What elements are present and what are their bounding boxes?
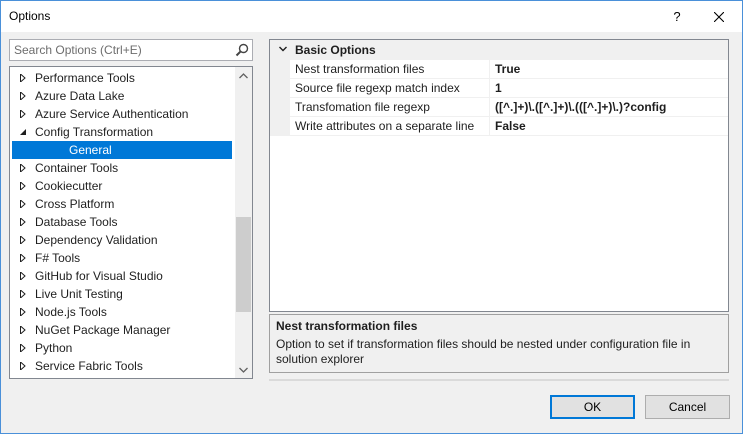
- tree-item-label: Container Tools: [35, 161, 119, 175]
- expand-arrow-icon[interactable]: [19, 200, 27, 208]
- property-value[interactable]: True: [490, 60, 728, 79]
- tree-item-azure-data-lake[interactable]: Azure Data Lake: [10, 87, 232, 105]
- scroll-up-button[interactable]: [235, 67, 252, 84]
- property-value[interactable]: ([^.]+)\.([^.]+)\.(([^.]+)\.)?config: [490, 98, 728, 117]
- tree-item-database-tools[interactable]: Database Tools: [10, 213, 232, 231]
- tree-list: Performance Tools Azure Data Lake Azure …: [10, 69, 232, 378]
- expand-arrow-icon[interactable]: [19, 272, 27, 280]
- tree-item-config-transformation[interactable]: Config Transformation: [10, 123, 232, 141]
- tree-item-dependency-validation[interactable]: Dependency Validation: [10, 231, 232, 249]
- title-bar: Options ?: [1, 1, 742, 32]
- window-title: Options: [9, 9, 51, 23]
- tree-item-label: Dependency Validation: [35, 233, 158, 247]
- expand-arrow-icon[interactable]: [19, 326, 27, 334]
- tree-item-label: Cookiecutter: [35, 179, 103, 193]
- property-name[interactable]: Source file regexp match index: [290, 79, 490, 98]
- tree-item-fsharp-tools[interactable]: F# Tools: [10, 249, 232, 267]
- row-gutter: [270, 79, 290, 98]
- tree-item-live-unit-testing[interactable]: Live Unit Testing: [10, 285, 232, 303]
- tree-scrollbar[interactable]: [235, 67, 252, 378]
- expand-arrow-icon[interactable]: [19, 110, 27, 118]
- options-tree: Performance Tools Azure Data Lake Azure …: [9, 66, 253, 379]
- expand-arrow-icon[interactable]: [19, 218, 27, 226]
- expand-arrow-icon[interactable]: [19, 308, 27, 316]
- row-gutter: [270, 98, 290, 117]
- description-panel: Nest transformation files Option to set …: [269, 314, 729, 373]
- chevron-up-icon: [239, 72, 248, 78]
- tree-item-cross-platform[interactable]: Cross Platform: [10, 195, 232, 213]
- tree-item-nuget-package-manager[interactable]: NuGet Package Manager: [10, 321, 232, 339]
- help-icon: ?: [673, 9, 681, 24]
- tree-item-label: Config Transformation: [35, 125, 154, 139]
- tree-item-label: Service Fabric Tools: [35, 359, 143, 373]
- search-box[interactable]: [9, 39, 253, 61]
- description-text: Option to set if transformation files sh…: [276, 337, 691, 366]
- tree-item-azure-service-authentication[interactable]: Azure Service Authentication: [10, 105, 232, 123]
- tree-item-label: Live Unit Testing: [35, 287, 123, 301]
- expand-arrow-icon[interactable]: [19, 362, 27, 370]
- help-button[interactable]: ?: [660, 1, 694, 32]
- property-value[interactable]: False: [490, 117, 728, 136]
- property-name[interactable]: Write attributes on a separate line: [290, 117, 490, 136]
- search-icon[interactable]: [234, 42, 250, 58]
- tree-item-label: Node.js Tools: [35, 305, 107, 319]
- row-gutter: [270, 117, 290, 136]
- tree-item-python[interactable]: Python: [10, 339, 232, 357]
- tree-item-label: Azure Service Authentication: [35, 107, 189, 121]
- tree-item-performance-tools[interactable]: Performance Tools: [10, 69, 232, 87]
- category-row-basic-options[interactable]: Basic Options: [270, 40, 728, 60]
- collapse-arrow-icon[interactable]: [19, 128, 27, 136]
- close-button[interactable]: [702, 1, 736, 32]
- search-input[interactable]: [10, 40, 228, 60]
- category-label: Basic Options: [295, 43, 376, 57]
- expand-arrow-icon[interactable]: [19, 236, 27, 244]
- property-name[interactable]: Transfomation file regexp: [290, 98, 490, 117]
- chevron-down-icon: [239, 367, 248, 373]
- tree-item-label: NuGet Package Manager: [35, 323, 171, 337]
- tree-item-nodejs-tools[interactable]: Node.js Tools: [10, 303, 232, 321]
- property-row[interactable]: Source file regexp match index 1: [270, 79, 728, 98]
- property-row[interactable]: Transfomation file regexp ([^.]+)\.([^.]…: [270, 98, 728, 117]
- expand-arrow-icon[interactable]: [19, 74, 27, 82]
- tree-item-general[interactable]: General: [12, 141, 232, 159]
- tree-item-container-tools[interactable]: Container Tools: [10, 159, 232, 177]
- ok-button[interactable]: OK: [550, 395, 635, 419]
- property-name[interactable]: Nest transformation files: [290, 60, 490, 79]
- expand-arrow-icon[interactable]: [19, 254, 27, 262]
- tree-item-label: Cross Platform: [35, 197, 115, 211]
- close-icon: [714, 11, 724, 22]
- property-row[interactable]: Write attributes on a separate line Fals…: [270, 117, 728, 136]
- description-title: Nest transformation files: [276, 319, 418, 333]
- expand-arrow-icon[interactable]: [19, 92, 27, 100]
- tree-item-partially-visible[interactable]: [10, 375, 232, 378]
- tree-item-github-for-visual-studio[interactable]: GitHub for Visual Studio: [10, 267, 232, 285]
- tree-item-label: Python: [35, 341, 73, 355]
- tree-item-label: Azure Data Lake: [35, 89, 125, 103]
- expand-arrow-icon[interactable]: [19, 164, 27, 172]
- property-value[interactable]: 1: [490, 79, 728, 98]
- expand-arrow-icon[interactable]: [19, 344, 27, 352]
- tree-item-label: Database Tools: [35, 215, 118, 229]
- row-gutter: [270, 60, 290, 79]
- tree-item-label: Performance Tools: [35, 71, 135, 85]
- tree-item-cookiecutter[interactable]: Cookiecutter: [10, 177, 232, 195]
- tree-item-service-fabric-tools[interactable]: Service Fabric Tools: [10, 357, 232, 375]
- tree-item-label: General: [69, 143, 112, 157]
- expand-arrow-icon[interactable]: [19, 290, 27, 298]
- property-grid: Basic Options Nest transformation files …: [269, 39, 729, 312]
- property-row[interactable]: Nest transformation files True: [270, 60, 728, 79]
- expand-arrow-icon[interactable]: [19, 182, 27, 190]
- options-dialog: Options ? Performance Tools Azure Data L…: [0, 0, 743, 434]
- tree-item-label: GitHub for Visual Studio: [35, 269, 163, 283]
- cancel-button[interactable]: Cancel: [645, 395, 730, 419]
- divider: [269, 379, 729, 381]
- scroll-thumb[interactable]: [236, 217, 251, 312]
- collapse-chevron-icon[interactable]: [278, 44, 288, 54]
- tree-item-label: F# Tools: [35, 251, 81, 265]
- scroll-down-button[interactable]: [235, 361, 252, 378]
